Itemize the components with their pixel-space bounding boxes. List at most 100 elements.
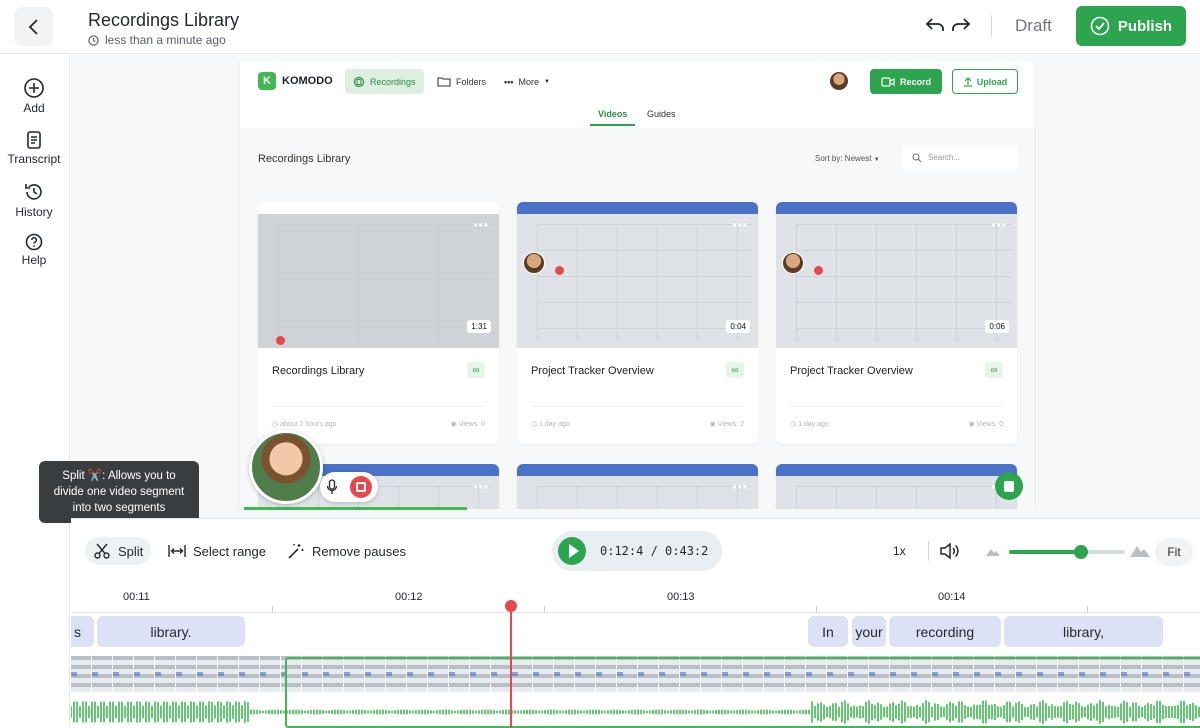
play-icon — [568, 544, 579, 558]
sidebar-label-help: Help — [21, 253, 47, 267]
preview-brand-name: KOMODO — [282, 75, 333, 87]
redo-icon[interactable] — [950, 14, 972, 36]
preview-nav-recordings: Recordings — [345, 69, 424, 94]
preview-card-thumbnail: ••• 1:31 — [258, 202, 499, 348]
card-views: ◉ Views: 2 — [709, 421, 744, 428]
preview-tab-videos: Videos — [590, 109, 636, 126]
sidebar-item-add[interactable]: Add — [0, 77, 68, 115]
card-duration: 0:04 — [726, 320, 750, 333]
microphone-icon[interactable] — [326, 479, 338, 495]
caret-down-icon: ▼ — [873, 157, 880, 163]
card-views: ◉ Views: 0 — [450, 421, 485, 428]
magic-wand-icon — [288, 544, 304, 559]
preview-card-thumbnail: ••• 0:06 — [776, 202, 1017, 348]
preview-brand: K KOMODO — [258, 72, 333, 90]
check-circle-icon — [1090, 16, 1110, 36]
transcript-word[interactable]: recording — [889, 616, 1001, 647]
remove-pauses-button[interactable]: Remove pauses — [279, 537, 414, 565]
preview-card-thumbnail: ••• — [517, 464, 758, 509]
select-range-button[interactable]: Select range — [160, 537, 274, 565]
zoom-slider-fill — [1009, 550, 1081, 554]
fit-button[interactable]: Fit — [1155, 538, 1193, 566]
preview-library-title: Recordings Library — [258, 153, 351, 165]
card-divider — [531, 406, 744, 407]
preview-card-2: ••• 0:04 Project Tracker Overview ∞ ◷ 1 … — [517, 202, 758, 444]
preview-progress-bar — [244, 507, 467, 510]
folder-icon — [437, 77, 451, 87]
preview-user-avatar — [830, 72, 848, 90]
webcam-bubble[interactable] — [249, 430, 323, 504]
transcript-word[interactable]: library. — [97, 616, 245, 647]
remove-pauses-label: Remove pauses — [312, 543, 406, 559]
sidebar-item-history[interactable]: History — [0, 181, 68, 219]
ruler-label: 00:12 — [395, 591, 423, 603]
preview-nav-more-label: More — [518, 76, 539, 87]
caret-down-icon: ▼ — [543, 78, 550, 85]
stop-icon — [356, 482, 366, 492]
preview-sort-label: Sort by: Newest — [815, 154, 872, 163]
sidebar-item-help[interactable]: Help — [0, 233, 68, 267]
preview-card-thumbnail: ••• — [776, 464, 1017, 509]
playhead[interactable] — [510, 600, 512, 728]
transcript-word[interactable]: your — [852, 616, 886, 647]
editor-toolbar: Split Select range Remove pauses 0:12:4 … — [71, 518, 1200, 584]
preview-search: Search... — [902, 145, 1018, 170]
more-dots-icon: ••• — [473, 218, 489, 232]
split-label: Split — [118, 543, 144, 559]
sidebar-item-transcript[interactable]: Transcript — [0, 130, 68, 166]
video-preview-frame[interactable]: K KOMODO Recordings Folders ••• More ▼ R… — [239, 62, 1036, 509]
publish-button[interactable]: Publish — [1076, 6, 1186, 46]
link-icon: ∞ — [726, 362, 744, 378]
card-views-text: Views: 0 — [976, 421, 1003, 428]
header-divider — [991, 15, 992, 37]
link-icon: ∞ — [985, 362, 1003, 378]
stop-recording-button[interactable] — [350, 476, 372, 498]
transcript-word[interactable]: library, — [1004, 616, 1163, 647]
more-dots-icon: ••• — [732, 218, 748, 232]
scissors-icon — [94, 543, 110, 559]
preview-card-thumbnail: ••• 0:04 — [517, 202, 758, 348]
chat-button[interactable] — [995, 472, 1023, 500]
zoom-out-mountain-icon — [986, 549, 1000, 556]
timeline[interactable]: 00:11 00:12 00:13 00:14 s library. In yo… — [71, 584, 1200, 728]
back-button[interactable] — [14, 7, 53, 46]
upload-icon — [963, 76, 972, 87]
preview-nav-more: ••• More ▼ — [496, 69, 558, 94]
sidebar-label-history: History — [15, 205, 53, 219]
preview-sort: Sort by: Newest ▼ — [815, 154, 880, 163]
last-saved: less than a minute ago — [88, 33, 226, 47]
more-dots-icon: ••• — [732, 480, 748, 494]
split-tooltip: Split ✂️: Allows you to divide one video… — [39, 461, 199, 529]
undo-icon[interactable] — [924, 14, 946, 36]
split-button[interactable]: Split — [85, 537, 152, 565]
presenter-thumbnail — [782, 252, 804, 274]
zoom-slider[interactable] — [1009, 545, 1125, 559]
page-title: Recordings Library — [88, 10, 240, 30]
preview-card-5: ••• — [517, 464, 758, 509]
recording-dot-icon — [555, 266, 564, 275]
play-button[interactable] — [558, 537, 586, 565]
recording-dot-icon — [276, 336, 285, 345]
preview-nav-recordings-label: Recordings — [370, 76, 416, 87]
chat-icon — [1004, 480, 1014, 492]
card-title: Recordings Library — [272, 365, 365, 377]
playhead-handle[interactable] — [505, 600, 517, 612]
preview-card-3: ••• 0:06 Project Tracker Overview ∞ ◷ 1 … — [776, 202, 1017, 444]
ruler-label: 00:14 — [938, 591, 966, 603]
card-duration: 0:06 — [985, 320, 1009, 333]
preview-record-label: Record — [899, 76, 931, 87]
presenter-thumbnail — [523, 252, 545, 274]
card-views: ◉ Views: 0 — [968, 421, 1003, 428]
card-date: ◷ 1 day ago — [790, 421, 829, 428]
publish-label: Publish — [1117, 17, 1173, 35]
question-circle-icon — [25, 233, 43, 251]
volume-icon[interactable] — [939, 541, 961, 561]
transcript-word[interactable]: s — [71, 616, 94, 647]
zoom-slider-handle[interactable] — [1073, 545, 1088, 559]
draft-status: Draft — [1015, 16, 1052, 35]
playback-speed-button[interactable]: 1x — [893, 544, 906, 558]
toolbar-divider — [928, 541, 929, 561]
selected-segment[interactable] — [285, 657, 1200, 728]
last-saved-text: less than a minute ago — [105, 33, 226, 47]
transcript-word[interactable]: In — [808, 616, 848, 647]
